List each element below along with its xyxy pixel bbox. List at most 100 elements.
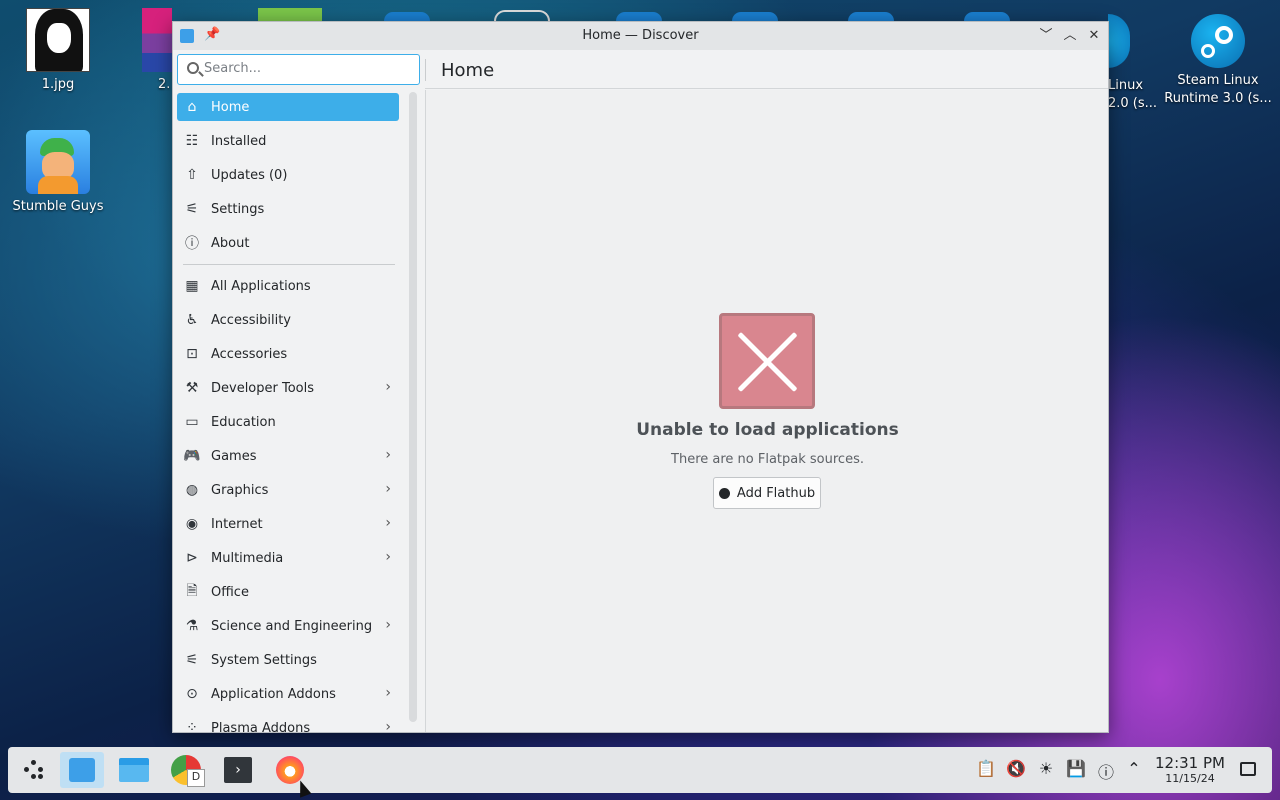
sidebar-item-graphics[interactable]: ◍ Graphics › bbox=[177, 476, 399, 504]
desktop-icon-1jpg[interactable]: 1.jpg bbox=[3, 8, 113, 94]
clipboard-icon[interactable]: 📋 bbox=[975, 759, 997, 778]
desktop-icon-label-line: Runtime 3.0 (s... bbox=[1164, 91, 1272, 106]
desktop-icon-heart[interactable] bbox=[494, 10, 550, 21]
desktop-icon-stumble-guys[interactable]: Stumble Guys bbox=[3, 130, 113, 216]
close-button[interactable]: ✕ bbox=[1084, 26, 1104, 46]
chevron-right-icon: › bbox=[385, 617, 391, 633]
terminal-icon: › bbox=[224, 757, 252, 783]
clock[interactable]: 12:31 PM 11/15/24 bbox=[1154, 754, 1226, 786]
sidebar-item-label: Installed bbox=[211, 133, 267, 149]
window-title: Home — Discover bbox=[582, 28, 699, 43]
sidebar-item-games[interactable]: 🎮 Games › bbox=[177, 442, 399, 470]
sidebar-item-installed[interactable]: ☷ Installed bbox=[177, 127, 399, 155]
grid-icon: ▦ bbox=[185, 278, 199, 294]
help-icon[interactable]: ⓘ bbox=[1095, 759, 1117, 783]
desktop-icon-label-line: Linux bbox=[1108, 78, 1144, 93]
settings-icon: ⚟ bbox=[185, 201, 199, 217]
desktop-icon-round[interactable] bbox=[964, 12, 1010, 21]
chevron-up-icon[interactable]: ⌃ bbox=[1123, 759, 1145, 778]
sidebar-item-office[interactable]: 🗎 Office bbox=[177, 578, 399, 606]
sidebar-scrollbar[interactable] bbox=[409, 92, 417, 722]
sidebar-item-plasma-addons[interactable]: ⁘ Plasma Addons › bbox=[177, 714, 399, 732]
chevron-right-icon: › bbox=[385, 685, 391, 701]
sidebar-item-label: Application Addons bbox=[211, 686, 336, 702]
sidebar-item-accessories[interactable]: ⊡ Accessories bbox=[177, 340, 399, 368]
folder-icon bbox=[119, 758, 149, 782]
desktop-icon-label-line: 2.0 (s... bbox=[1108, 96, 1158, 111]
desktop-icon-round[interactable] bbox=[616, 12, 662, 21]
sidebar-item-label: Accessories bbox=[211, 346, 288, 362]
sidebar-item-label: Games bbox=[211, 448, 257, 464]
search-field[interactable] bbox=[177, 54, 420, 85]
add-flathub-button[interactable]: Add Flathub bbox=[713, 477, 821, 509]
desktop-icon-label: 2. bbox=[158, 77, 171, 92]
desktop-icon-round[interactable] bbox=[384, 12, 430, 21]
office-icon: 🗎 bbox=[186, 583, 198, 599]
main-content: Unable to load applications There are no… bbox=[426, 90, 1108, 732]
sidebar-item-home[interactable]: ⌂ Home bbox=[177, 93, 399, 121]
toolbox-icon: ⊡ bbox=[186, 346, 198, 362]
desktop-icon-steam-partial[interactable] bbox=[1108, 14, 1130, 68]
chevron-right-icon: › bbox=[385, 379, 391, 395]
desktop-icon-round[interactable] bbox=[732, 12, 778, 21]
desktop-icon-2[interactable] bbox=[142, 8, 172, 72]
desktop-icon-steam-runtime-3[interactable]: Steam Linux Runtime 3.0 (s... bbox=[1163, 14, 1273, 108]
steam-icon bbox=[1191, 14, 1245, 68]
brightness-icon[interactable]: ☀ bbox=[1035, 759, 1057, 778]
search-input[interactable] bbox=[204, 61, 404, 76]
minimize-button[interactable]: ﹀ bbox=[1036, 26, 1056, 46]
info-icon: ⓘ bbox=[185, 236, 199, 252]
flask-icon: ⚗ bbox=[185, 618, 199, 634]
error-title: Unable to load applications bbox=[636, 420, 899, 440]
taskbar-discover[interactable] bbox=[60, 752, 104, 788]
taskbar: › 📋 🔇 ☀ 💾 ⓘ ⌃ 12:31 PM 11/15/24 bbox=[8, 747, 1272, 793]
launcher-icon bbox=[24, 760, 44, 780]
chevron-right-icon: › bbox=[385, 515, 391, 531]
sidebar-item-label: System Settings bbox=[211, 652, 317, 668]
hammer-icon: ⚒ bbox=[185, 380, 199, 396]
installed-icon: ☷ bbox=[185, 133, 199, 149]
maximize-button[interactable]: ︿ bbox=[1060, 26, 1080, 46]
image-thumbnail-icon bbox=[26, 8, 90, 72]
error-message: There are no Flatpak sources. bbox=[671, 452, 864, 467]
header-underline bbox=[425, 88, 1108, 89]
sidebar-item-science-engineering[interactable]: ⚗ Science and Engineering › bbox=[177, 612, 399, 640]
taskbar-terminal[interactable]: › bbox=[216, 752, 260, 788]
sidebar-item-about[interactable]: ⓘ About bbox=[177, 229, 399, 257]
sidebar-item-label: Developer Tools bbox=[211, 380, 315, 396]
addons-icon: ⊙ bbox=[186, 686, 198, 702]
clock-date: 11/15/24 bbox=[1165, 772, 1215, 785]
sidebar-item-label: Home bbox=[211, 99, 250, 115]
discover-window: 📌 Home — Discover ﹀ ︿ ✕ Home ⌂ Home ☷ In… bbox=[172, 21, 1109, 733]
desktop-icon-round[interactable] bbox=[848, 12, 894, 21]
storage-icon[interactable]: 💾 bbox=[1065, 759, 1087, 778]
volume-muted-icon[interactable]: 🔇 bbox=[1005, 759, 1027, 778]
sidebar-item-developer-tools[interactable]: ⚒ Developer Tools › bbox=[177, 374, 399, 402]
multimedia-icon: ⊳ bbox=[186, 550, 198, 566]
taskbar-file-manager[interactable] bbox=[112, 752, 156, 788]
gamepad-icon: 🎮 bbox=[183, 448, 201, 464]
sidebar-item-multimedia[interactable]: ⊳ Multimedia › bbox=[177, 544, 399, 572]
show-desktop-icon[interactable] bbox=[1240, 762, 1256, 776]
sidebar-item-application-addons[interactable]: ⊙ Application Addons › bbox=[177, 680, 399, 708]
sidebar-item-education[interactable]: ▭ Education bbox=[177, 408, 399, 436]
sidebar-item-updates[interactable]: ⇧ Updates (0) bbox=[177, 161, 399, 189]
title-bar[interactable]: 📌 Home — Discover ﹀ ︿ ✕ bbox=[173, 22, 1108, 50]
sliders-icon: ⚟ bbox=[185, 652, 199, 668]
sidebar-item-label: Plasma Addons bbox=[211, 720, 311, 733]
desktop-icon-green[interactable] bbox=[258, 8, 322, 21]
sidebar-item-label: Science and Engineering bbox=[211, 618, 373, 634]
sidebar-item-system-settings[interactable]: ⚟ System Settings bbox=[177, 646, 399, 674]
taskbar-chrome[interactable] bbox=[164, 752, 208, 788]
sidebar-item-internet[interactable]: ◉ Internet › bbox=[177, 510, 399, 538]
application-launcher-button[interactable] bbox=[12, 752, 56, 788]
sidebar-item-settings[interactable]: ⚟ Settings bbox=[177, 195, 399, 223]
chrome-icon bbox=[171, 755, 205, 787]
sidebar-item-label: Accessibility bbox=[211, 312, 291, 328]
sidebar-item-label: Internet bbox=[211, 516, 263, 532]
sidebar-item-label: Multimedia bbox=[211, 550, 284, 566]
sidebar-item-all-applications[interactable]: ▦ All Applications bbox=[177, 272, 399, 300]
sidebar-item-label: Education bbox=[211, 414, 276, 430]
sidebar-item-accessibility[interactable]: ♿ Accessibility bbox=[177, 306, 399, 334]
chevron-right-icon: › bbox=[385, 719, 391, 732]
